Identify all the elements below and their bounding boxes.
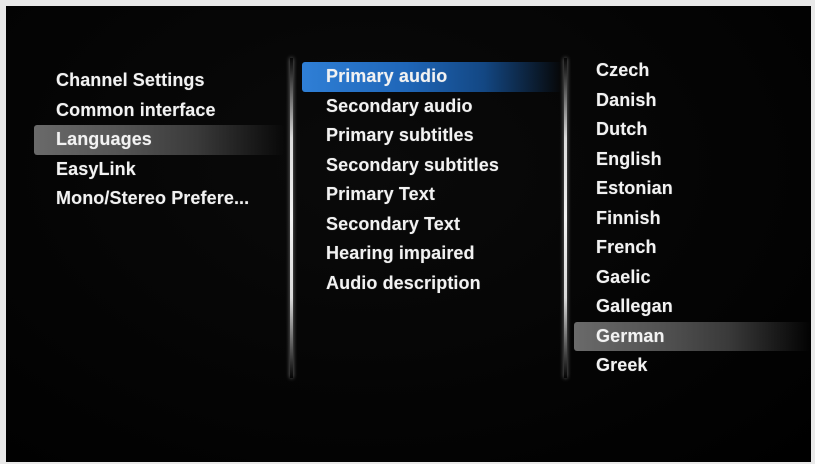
menu-item-common-interface[interactable]: Common interface: [34, 96, 284, 126]
column-divider: [564, 58, 567, 378]
option-primary-text[interactable]: Primary Text: [302, 180, 562, 210]
language-options-list: Primary audio Secondary audio Primary su…: [302, 62, 562, 298]
menu-item-easylink[interactable]: EasyLink: [34, 155, 284, 185]
tv-screen: Channel Settings Common interface Langua…: [6, 6, 811, 462]
language-finnish[interactable]: Finnish: [574, 204, 811, 234]
menu-item-channel-settings[interactable]: Channel Settings: [34, 66, 284, 96]
language-danish[interactable]: Danish: [574, 86, 811, 116]
option-secondary-text[interactable]: Secondary Text: [302, 210, 562, 240]
language-gallegan[interactable]: Gallegan: [574, 292, 811, 322]
option-secondary-subtitles[interactable]: Secondary subtitles: [302, 151, 562, 181]
menu-item-languages[interactable]: Languages: [34, 125, 284, 155]
option-primary-audio[interactable]: Primary audio: [302, 62, 562, 92]
option-secondary-audio[interactable]: Secondary audio: [302, 92, 562, 122]
settings-category-list: Channel Settings Common interface Langua…: [34, 66, 284, 214]
language-estonian[interactable]: Estonian: [574, 174, 811, 204]
language-value-list: Czech Danish Dutch English Estonian Finn…: [574, 56, 811, 381]
language-german[interactable]: German: [574, 321, 811, 351]
language-english[interactable]: English: [574, 145, 811, 175]
language-czech[interactable]: Czech: [574, 56, 811, 86]
language-greek[interactable]: Greek: [574, 351, 811, 381]
option-hearing-impaired[interactable]: Hearing impaired: [302, 239, 562, 269]
language-dutch[interactable]: Dutch: [574, 115, 811, 145]
option-primary-subtitles[interactable]: Primary subtitles: [302, 121, 562, 151]
menu-item-mono-stereo-preference[interactable]: Mono/Stereo Prefere...: [34, 184, 284, 214]
option-audio-description[interactable]: Audio description: [302, 269, 562, 299]
language-french[interactable]: French: [574, 233, 811, 263]
language-gaelic[interactable]: Gaelic: [574, 263, 811, 293]
column-divider: [290, 58, 293, 378]
